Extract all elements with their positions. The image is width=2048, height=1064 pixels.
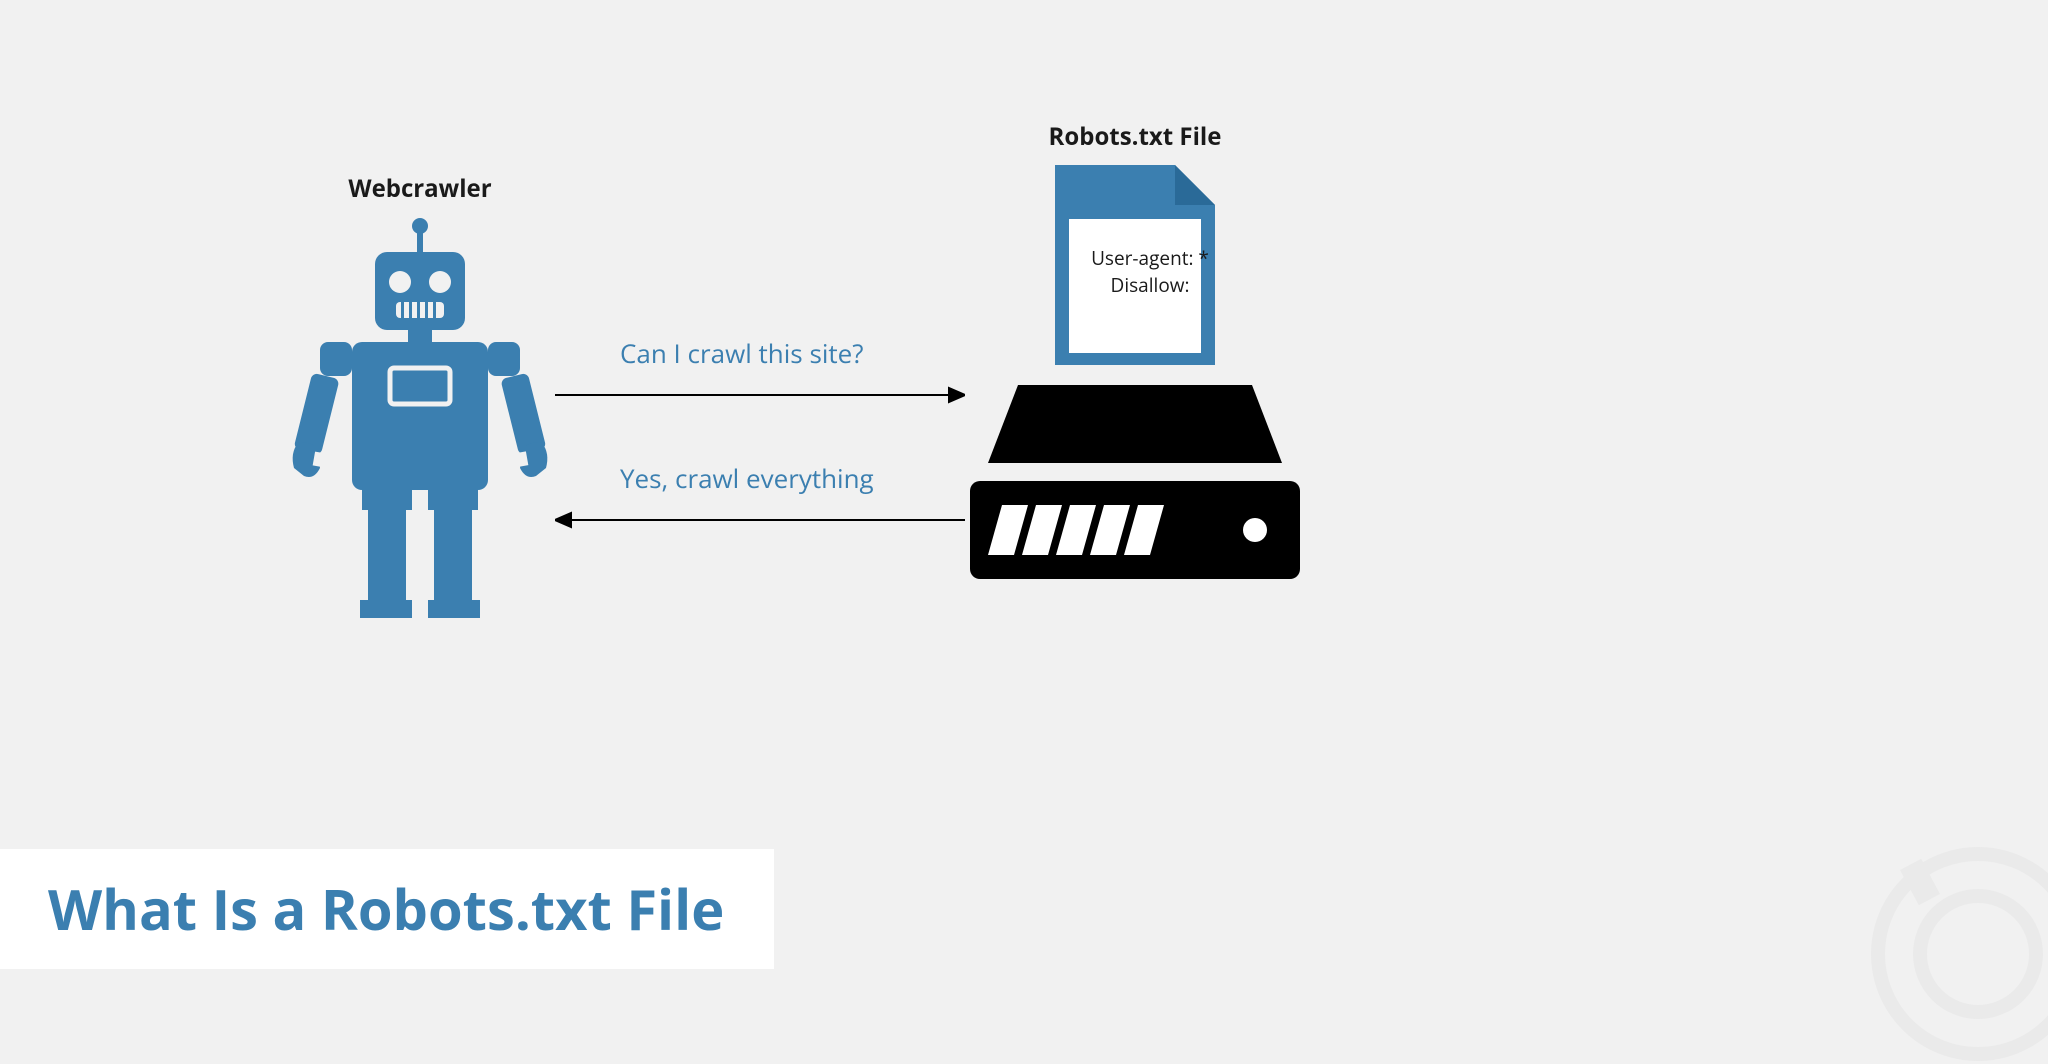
robots-file-label: Robots.txt File <box>1035 120 1235 153</box>
page-title: What Is a Robots.txt File <box>48 871 724 947</box>
server-icon <box>970 385 1300 595</box>
file-content: User-agent: * Disallow: <box>1085 245 1215 298</box>
arrow-left-icon <box>555 510 965 530</box>
request-text: Can I crawl this site? <box>620 335 864 371</box>
title-box: What Is a Robots.txt File <box>0 849 774 969</box>
arrow-right-icon <box>555 385 965 405</box>
response-text: Yes, crawl everything <box>620 460 874 496</box>
watermark-icon <box>1868 844 2048 1064</box>
webcrawler-label: Webcrawler <box>320 172 520 205</box>
file-line1: User-agent: * <box>1091 245 1209 271</box>
file-line2: Disallow: <box>1111 272 1190 298</box>
robot-icon <box>290 218 550 618</box>
